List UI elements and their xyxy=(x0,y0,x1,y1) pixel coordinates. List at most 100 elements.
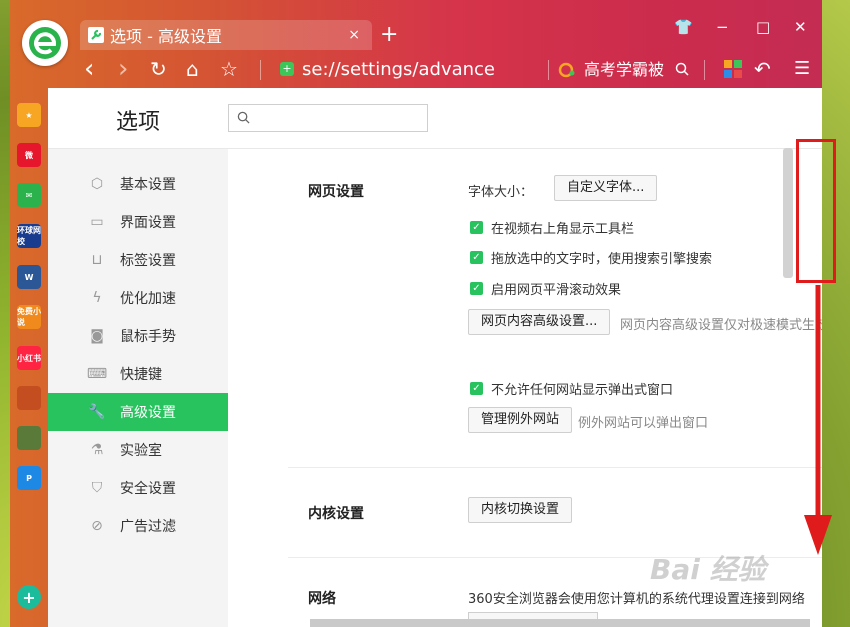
settings-nav: ⬡ 基本设置 ▭ 界面设置 ⊔ 标签设置 ϟ 优化加速 ◙ 鼠标手势 ⌨ 快捷键 🔧 高级设置 ⚗ 实验室 ⛉ 安… xyxy=(48,149,228,627)
nav-item[interactable]: ⬡ 基本设置 xyxy=(48,165,228,203)
nav-icon: ⌨ xyxy=(86,366,108,382)
sidebar-apps: ★ 微 ✉ 环球网校 W 免费小说小红书 P + xyxy=(10,88,48,627)
sidebar-app-icon[interactable] xyxy=(17,386,41,410)
nav-icon: ◙ xyxy=(90,328,104,344)
checkbox-checked-icon[interactable]: ✓ xyxy=(470,382,483,395)
section-title-kernel: 内核设置 xyxy=(308,506,364,522)
nav-item[interactable]: ⊘ 广告过滤 xyxy=(48,507,228,545)
nav-item[interactable]: 🔧 高级设置 xyxy=(48,393,228,431)
sidebar-app-icon[interactable] xyxy=(17,426,41,450)
nav-item[interactable]: ◙ 鼠标手势 xyxy=(48,317,228,355)
nav-item-label: 标签设置 xyxy=(120,253,176,269)
checkbox-smooth-scroll[interactable]: ✓ 启用网页平滑滚动效果 xyxy=(470,279,621,298)
menu-icon[interactable]: ☰ xyxy=(794,58,810,80)
hot-search-text[interactable]: 高考学霸被 xyxy=(584,58,664,82)
nav-item-label: 界面设置 xyxy=(120,215,176,231)
sidebar-app-icon[interactable]: ✉ xyxy=(17,183,41,207)
horizontal-scrollbar[interactable] xyxy=(310,619,810,627)
nav-item-label: 高级设置 xyxy=(120,405,176,421)
minimize-icon[interactable]: − xyxy=(716,18,729,36)
back-icon[interactable]: ‹ xyxy=(84,56,94,82)
manage-exceptions-button[interactable]: 管理例外网站 xyxy=(468,407,573,433)
checkbox-drag-search[interactable]: ✓ 拖放选中的文字时，使用搜索引擎搜索 xyxy=(470,248,712,267)
section-divider xyxy=(288,467,822,468)
nav-item-label: 实验室 xyxy=(120,443,162,459)
sidebar-app-icon[interactable]: + xyxy=(17,585,41,609)
nav-item[interactable]: ⚗ 实验室 xyxy=(48,431,228,469)
custom-font-button[interactable]: 自定义字体... xyxy=(554,175,658,201)
new-tab-icon[interactable]: + xyxy=(380,20,398,50)
sidebar-app-icon[interactable]: W xyxy=(17,265,41,289)
hot-search-icon xyxy=(558,62,575,78)
advanced-content-button[interactable]: 网页内容高级设置... xyxy=(468,309,611,335)
checkbox-video-toolbar[interactable]: ✓ 在视频右上角显示工具栏 xyxy=(470,218,634,237)
search-icon xyxy=(237,111,250,124)
annotation-down-arrow xyxy=(804,285,832,555)
nav-item-label: 鼠标手势 xyxy=(120,329,176,345)
home-icon[interactable]: ⌂ xyxy=(186,58,199,80)
nav-item-label: 优化加速 xyxy=(120,291,176,307)
toolbar-divider xyxy=(260,60,261,80)
browser-window: 选项 - 高级设置 × + 👕 − □ ✕ ‹ › ↻ ⌂ ☆ + se://s… xyxy=(10,0,822,627)
nav-item[interactable]: ▭ 界面设置 xyxy=(48,203,228,241)
annotation-highlight-box xyxy=(796,139,836,283)
network-description: 360安全浏览器会使用您计算机的系统代理设置连接到网络 xyxy=(468,592,805,607)
toolbar-divider xyxy=(548,60,549,80)
checkbox-label: 启用网页平滑滚动效果 xyxy=(491,283,622,298)
checkbox-label: 在视频右上角显示工具栏 xyxy=(491,222,635,237)
section-title-web: 网页设置 xyxy=(308,184,364,200)
tab-advanced-settings[interactable]: 选项 - 高级设置 × xyxy=(80,20,372,50)
advanced-content-hint: 网页内容高级设置仅对极速模式生效 xyxy=(620,318,822,333)
exceptions-hint: 例外网站可以弹出窗口 xyxy=(578,416,709,431)
nav-item[interactable]: ⌨ 快捷键 xyxy=(48,355,228,393)
refresh-icon[interactable]: ↻ xyxy=(150,58,167,80)
nav-item[interactable]: ϟ 优化加速 xyxy=(48,279,228,317)
nav-icon: ϟ xyxy=(92,290,102,306)
sidebar-app-icon[interactable]: ★ xyxy=(17,103,41,127)
undo-icon[interactable]: ↶ xyxy=(754,58,771,80)
settings-page: 选项 ⬡ 基本设置 ▭ 界面设置 ⊔ 标签设置 ϟ 优化加速 ◙ 鼠标手势 ⌨ 快捷键 🔧 高级设置 ⚗ 实验… xyxy=(48,88,822,627)
nav-icon: ⊔ xyxy=(91,252,103,268)
checkbox-checked-icon[interactable]: ✓ xyxy=(470,251,483,264)
search-input[interactable] xyxy=(257,107,421,129)
kernel-switch-button[interactable]: 内核切换设置 xyxy=(468,497,573,523)
nav-item[interactable]: ⊔ 标签设置 xyxy=(48,241,228,279)
nav-item-label: 基本设置 xyxy=(120,177,176,193)
nav-icon: ⬡ xyxy=(90,176,104,192)
sidebar-app-icon[interactable]: P xyxy=(17,466,41,490)
checkbox-label: 拖放选中的文字时，使用搜索引擎搜索 xyxy=(491,252,713,267)
address-bar[interactable]: se://settings/advance xyxy=(302,58,495,82)
nav-icon: ⚗ xyxy=(90,442,104,458)
page-title: 选项 xyxy=(116,110,161,135)
watermark-text: Bai 经验 xyxy=(650,553,766,586)
apps-grid-icon[interactable] xyxy=(724,60,742,78)
nav-icon: ⛉ xyxy=(91,480,103,496)
nav-item-label: 快捷键 xyxy=(120,367,162,383)
secure-shield-icon: + xyxy=(280,62,294,76)
favorite-icon[interactable]: ☆ xyxy=(220,58,238,80)
forward-icon[interactable]: › xyxy=(118,56,128,82)
vertical-scrollbar-thumb[interactable] xyxy=(783,148,793,278)
tab-title: 选项 - 高级设置 xyxy=(110,27,222,46)
sidebar-app-icon[interactable]: 微 xyxy=(17,143,41,167)
checkbox-checked-icon[interactable]: ✓ xyxy=(470,221,483,234)
tab-close-icon[interactable]: × xyxy=(348,27,360,43)
nav-item-label: 广告过滤 xyxy=(120,519,176,535)
sidebar-app-icon[interactable]: 小红书 xyxy=(17,346,41,370)
checkbox-checked-icon[interactable]: ✓ xyxy=(470,282,483,295)
settings-search-box[interactable] xyxy=(228,104,428,132)
toolbar: ‹ › ↻ ⌂ ☆ + se://settings/advance 高考学霸被 … xyxy=(10,54,822,86)
window-close-icon[interactable]: ✕ xyxy=(794,18,807,36)
search-icon[interactable] xyxy=(675,62,689,76)
skin-icon[interactable]: 👕 xyxy=(674,18,693,36)
nav-item[interactable]: ⛉ 安全设置 xyxy=(48,469,228,507)
nav-icon: ▭ xyxy=(90,214,104,230)
toolbar-divider xyxy=(704,60,705,80)
checkbox-block-popups[interactable]: ✓ 不允许任何网站显示弹出式窗口 xyxy=(470,379,673,398)
nav-icon: 🔧 xyxy=(88,404,106,420)
checkbox-label: 不允许任何网站显示弹出式窗口 xyxy=(491,383,674,398)
font-size-label: 字体大小： xyxy=(468,185,534,200)
maximize-icon[interactable]: □ xyxy=(756,18,770,36)
sidebar-app-icon[interactable]: 环球网校 xyxy=(17,224,41,248)
sidebar-app-icon[interactable]: 免费小说 xyxy=(17,305,41,329)
